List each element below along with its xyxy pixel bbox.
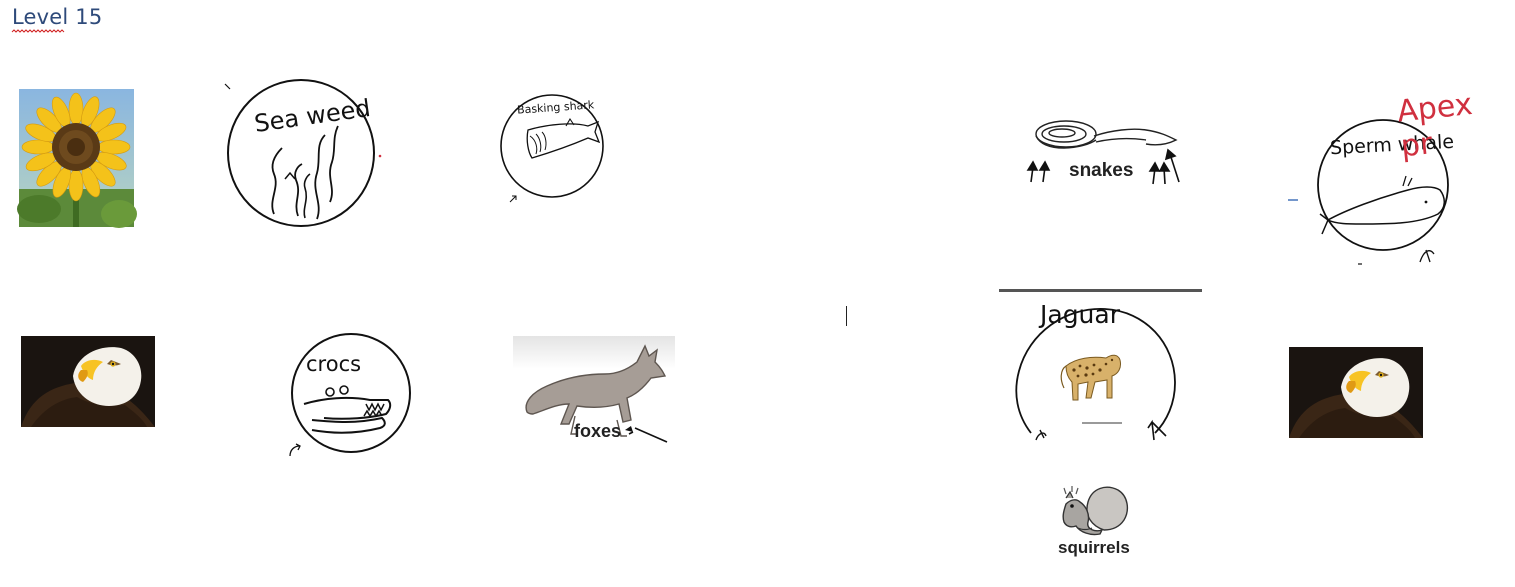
crocs-card[interactable]: crocs <box>286 333 414 462</box>
jaguar-label: Jaguar <box>1040 300 1121 329</box>
snakes-label: snakes <box>1069 160 1134 181</box>
jaguar-card[interactable]: Jaguar <box>998 288 1203 443</box>
document-title[interactable]: Level 15 <box>11 5 103 33</box>
bald-eagle-picture <box>21 336 155 427</box>
eagle-image-left[interactable] <box>21 336 155 427</box>
spellcheck-underline <box>11 29 65 33</box>
foxes-label: foxes <box>574 421 622 441</box>
foxes-card[interactable]: foxes <box>513 336 675 446</box>
bald-eagle-picture <box>1289 347 1423 438</box>
sunflower-image[interactable] <box>17 89 137 228</box>
basking-shark-card[interactable]: Basking shark <box>500 94 612 206</box>
snakes-card[interactable]: snakes <box>1024 112 1184 187</box>
sunflower-picture <box>17 89 137 228</box>
sperm-whale-card[interactable]: Sperm whale Apex pr <box>1286 87 1486 266</box>
crocs-label: crocs <box>306 352 362 376</box>
seaweed-card[interactable]: Sea weed <box>222 79 387 230</box>
eagle-image-right[interactable] <box>1289 347 1423 438</box>
squirrels-card[interactable]: squirrels <box>1052 484 1142 564</box>
squirrels-label: squirrels <box>1058 538 1130 557</box>
text-cursor <box>846 306 847 326</box>
apex-predator-note: Apex pr <box>1395 86 1475 165</box>
title-text: Level 15 <box>12 5 103 29</box>
